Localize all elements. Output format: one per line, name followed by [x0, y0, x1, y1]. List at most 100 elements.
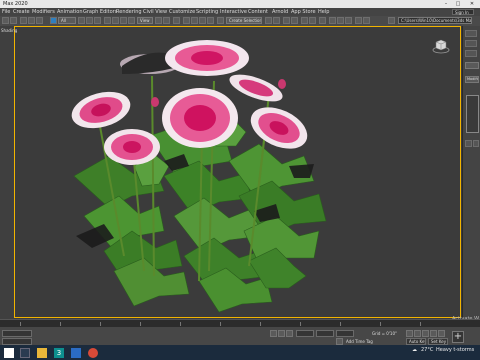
add-time-tag-icon[interactable]	[336, 338, 343, 345]
modifier-list-dropdown[interactable]: Modifier List	[465, 76, 479, 83]
link-icon[interactable]	[20, 17, 27, 24]
app-3ds-max-icon[interactable]: 3	[54, 348, 64, 358]
edit-named-selection-icon[interactable]	[217, 17, 224, 24]
absolute-transform-icon[interactable]	[286, 330, 293, 337]
menu-content[interactable]: Content	[248, 8, 268, 16]
keyboard-shortcut-icon[interactable]	[173, 17, 180, 24]
minimize-button[interactable]: –	[441, 0, 451, 8]
percent-snap-icon[interactable]	[199, 17, 206, 24]
a360-gallery-icon[interactable]	[363, 17, 370, 24]
menu-animation[interactable]: Animation	[57, 8, 83, 16]
add-time-tag-label[interactable]: Add Time Tag	[346, 339, 373, 344]
show-end-result-icon[interactable]	[473, 140, 479, 147]
project-folder-icon[interactable]	[388, 17, 395, 24]
menu-interactive[interactable]: Interactive	[220, 8, 247, 16]
undo-icon[interactable]	[2, 17, 9, 24]
timeline-tick	[420, 322, 421, 326]
toggle-scene-explorer-icon[interactable]	[283, 17, 290, 24]
previous-frame-icon[interactable]	[414, 330, 421, 337]
modify-tab-icon[interactable]	[465, 40, 477, 47]
render-production-icon[interactable]	[345, 17, 352, 24]
file-explorer-icon[interactable]	[37, 348, 47, 358]
timeline-tick	[380, 322, 381, 326]
region-select-icon[interactable]	[86, 17, 93, 24]
menu-modifiers[interactable]: Modifiers	[32, 8, 55, 16]
bind-spacewarp-icon[interactable]	[36, 17, 43, 24]
menu-create[interactable]: Create	[13, 8, 30, 16]
maxscript-listener-field[interactable]	[2, 330, 32, 337]
window-crossing-icon[interactable]	[94, 17, 101, 24]
close-button[interactable]: ✕	[466, 0, 478, 8]
start-icon[interactable]	[4, 348, 14, 358]
menu-civil-view[interactable]: Civil View	[143, 8, 167, 16]
next-frame-icon[interactable]	[430, 330, 437, 337]
move-icon[interactable]	[104, 17, 111, 24]
redo-icon[interactable]	[10, 17, 17, 24]
angle-snap-icon[interactable]	[191, 17, 198, 24]
auto-key-button[interactable]: Auto Key	[406, 338, 426, 345]
maximize-button[interactable]: □	[453, 0, 463, 8]
render-in-cloud-icon[interactable]	[355, 17, 362, 24]
isolate-selection-icon[interactable]	[270, 330, 277, 337]
scale-icon[interactable]	[120, 17, 127, 24]
schematic-view-icon[interactable]	[309, 17, 316, 24]
unlink-icon[interactable]	[28, 17, 35, 24]
flower-heads	[71, 40, 308, 165]
viewcube-icon[interactable]	[432, 38, 450, 54]
select-by-name-icon[interactable]	[78, 17, 85, 24]
search-icon[interactable]	[20, 348, 30, 358]
perspective-viewport[interactable]	[14, 26, 462, 319]
menu-graph-editors[interactable]: Graph Editors	[83, 8, 117, 16]
add-viewport-plus-button[interactable]: +	[452, 331, 464, 343]
pivot-center-icon[interactable]	[155, 17, 162, 24]
x-coordinate-field[interactable]	[296, 330, 314, 337]
go-to-end-icon[interactable]	[438, 330, 445, 337]
menu-arnold[interactable]: Arnold	[272, 8, 288, 16]
create-tab-icon[interactable]	[465, 30, 477, 37]
play-icon[interactable]	[422, 330, 429, 337]
material-editor-icon[interactable]	[319, 17, 326, 24]
snaps-toggle-icon[interactable]	[183, 17, 190, 24]
weather-description[interactable]: Heavy t-storms	[436, 347, 474, 353]
placement-icon[interactable]	[128, 17, 135, 24]
browser-icon[interactable]	[88, 348, 98, 358]
render-setup-icon[interactable]	[329, 17, 336, 24]
timeline-tick	[340, 322, 341, 326]
weather-temperature[interactable]: 27°C	[421, 347, 433, 353]
menu-scripting[interactable]: Scripting	[196, 8, 218, 16]
rotate-icon[interactable]	[112, 17, 119, 24]
align-icon[interactable]	[273, 17, 280, 24]
mirror-icon[interactable]	[265, 17, 272, 24]
curve-editor-icon[interactable]	[301, 17, 308, 24]
select-object-icon[interactable]	[50, 17, 57, 24]
set-key-button[interactable]: Set Key	[428, 338, 448, 345]
project-path-field[interactable]: C:\Users\Win10\Documents\3ds Max 2020	[398, 17, 472, 24]
selection-lock-icon[interactable]	[278, 330, 285, 337]
named-selection-set-dropdown[interactable]: Create Selection Se	[226, 17, 262, 24]
pin-stack-icon[interactable]	[465, 140, 472, 147]
modifier-stack-list[interactable]	[466, 95, 479, 133]
select-manipulate-icon[interactable]	[163, 17, 170, 24]
menu-help[interactable]: Help	[318, 8, 329, 16]
selection-filter-dropdown[interactable]: All	[58, 17, 76, 24]
prompt-line-field[interactable]	[2, 338, 32, 345]
y-coordinate-field[interactable]	[316, 330, 334, 337]
go-to-start-icon[interactable]	[406, 330, 413, 337]
menu-app-store[interactable]: App Store	[291, 8, 316, 16]
rendered-frame-window-icon[interactable]	[337, 17, 344, 24]
sign-in-dropdown[interactable]: Sign In	[452, 9, 474, 15]
app-icon-blue[interactable]	[71, 348, 81, 358]
viewport-label[interactable]: Shading	[1, 28, 17, 33]
menu-file[interactable]: File	[2, 8, 10, 16]
spinner-snap-icon[interactable]	[207, 17, 214, 24]
object-name-field[interactable]	[465, 62, 479, 69]
menu-customize[interactable]: Customize	[169, 8, 195, 16]
reference-coordinate-dropdown[interactable]: View	[137, 17, 153, 24]
z-coordinate-field[interactable]	[336, 330, 354, 337]
timeline-tick	[300, 322, 301, 326]
window-title: Max 2020	[3, 1, 28, 7]
menu-rendering[interactable]: Rendering	[116, 8, 142, 16]
grid-readout: Grid = 0'10"	[372, 331, 397, 336]
toggle-layer-explorer-icon[interactable]	[291, 17, 298, 24]
hierarchy-tab-icon[interactable]	[465, 50, 477, 57]
